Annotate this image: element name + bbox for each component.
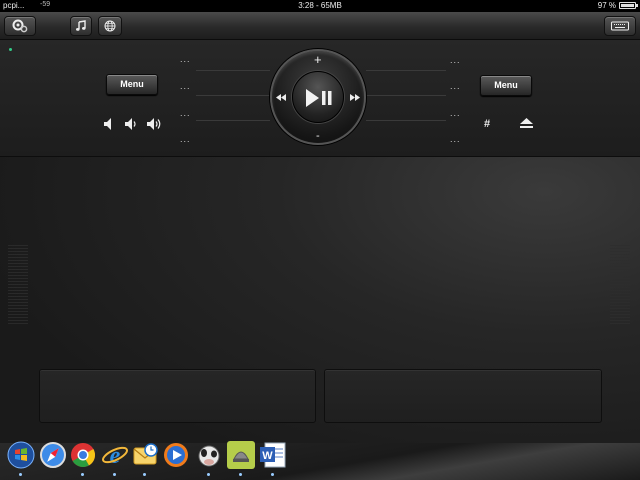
left-slot-1[interactable]: ... xyxy=(180,54,191,64)
settings-button[interactable] xyxy=(4,16,36,36)
running-indicator xyxy=(271,473,274,476)
app-root: pcpi... -59 3:28 - 65MB 97 % Menu Menu .… xyxy=(0,0,640,480)
status-bar: pcpi... -59 3:28 - 65MB 97 % xyxy=(0,0,640,12)
volume-low-icon[interactable] xyxy=(104,117,113,131)
left-slot-4[interactable]: ... xyxy=(180,134,191,144)
windows-start-icon xyxy=(7,441,35,469)
wheel-plus-button[interactable]: + xyxy=(314,53,322,66)
fast-forward-icon[interactable] xyxy=(350,94,360,101)
hash-button[interactable]: # xyxy=(484,118,490,130)
left-slot-3[interactable]: ... xyxy=(180,108,191,118)
dock-item-cow-app[interactable] xyxy=(195,441,223,469)
running-indicator xyxy=(143,473,146,476)
running-indicator xyxy=(207,473,210,476)
toolbar xyxy=(0,12,640,40)
play-pause-button[interactable] xyxy=(292,71,344,123)
eject-icon[interactable] xyxy=(520,118,533,129)
status-center-text: 3:28 - 65MB xyxy=(298,1,342,10)
right-scroll-grip[interactable] xyxy=(610,245,630,325)
divider-line xyxy=(196,120,270,121)
web-button[interactable] xyxy=(98,16,122,36)
media-player-icon xyxy=(164,443,188,467)
cow-app-icon xyxy=(198,445,220,467)
volume-medium-icon[interactable] xyxy=(125,117,137,131)
divider-line xyxy=(196,95,270,96)
safari-icon xyxy=(40,442,66,468)
globe-icon xyxy=(104,20,116,32)
right-slot-1[interactable]: ... xyxy=(450,55,461,65)
right-menu-button[interactable]: Menu xyxy=(480,75,532,96)
right-click-button[interactable] xyxy=(324,369,602,423)
battery-percent: 97 % xyxy=(597,1,616,10)
chrome-icon xyxy=(71,443,96,468)
word-icon: W xyxy=(260,442,286,468)
left-scroll-grip[interactable] xyxy=(8,245,28,325)
left-menu-button[interactable]: Menu xyxy=(106,74,158,95)
left-click-button[interactable] xyxy=(39,369,316,423)
divider-line xyxy=(366,120,446,121)
running-indicator xyxy=(113,473,116,476)
internet-explorer-icon: e xyxy=(102,443,128,469)
divider-line xyxy=(366,95,446,96)
dock-item-outlook[interactable] xyxy=(131,441,159,469)
music-note-icon xyxy=(76,20,86,31)
music-button[interactable] xyxy=(70,16,92,36)
dock-item-ie[interactable]: e xyxy=(101,441,129,469)
volume-high-icon[interactable] xyxy=(147,117,162,131)
right-slot-4[interactable]: ... xyxy=(450,134,461,144)
keyboard-button[interactable] xyxy=(604,16,636,36)
lamp-app-icon xyxy=(227,441,255,469)
left-slot-2[interactable]: ... xyxy=(180,81,191,91)
hash-icon: # xyxy=(484,118,491,130)
status-led xyxy=(9,48,12,51)
right-slot-2[interactable]: ... xyxy=(450,81,461,91)
outlook-icon xyxy=(133,443,158,465)
dock-item-lamp-app[interactable] xyxy=(227,441,255,469)
running-indicator xyxy=(81,473,84,476)
running-indicator xyxy=(239,473,242,476)
dock-item-safari[interactable] xyxy=(39,441,67,469)
gear-icon xyxy=(12,19,28,33)
keyboard-icon xyxy=(611,21,629,31)
battery-icon xyxy=(619,2,638,9)
right-slot-3[interactable]: ... xyxy=(450,108,461,118)
dock-item-windows[interactable] xyxy=(7,441,35,469)
running-indicator xyxy=(19,473,22,476)
play-pause-icon xyxy=(306,89,332,107)
dock-item-chrome[interactable] xyxy=(69,441,97,469)
svg-text:e: e xyxy=(110,443,121,469)
rewind-icon[interactable] xyxy=(276,94,286,101)
wheel-minus-button[interactable]: - xyxy=(316,131,320,142)
transport-wheel[interactable]: + - xyxy=(270,49,366,145)
svg-text:W: W xyxy=(262,450,273,462)
dock-item-media-player[interactable] xyxy=(162,441,190,469)
divider-line xyxy=(196,70,270,71)
dock-item-word[interactable]: W xyxy=(259,441,287,469)
divider-line xyxy=(366,70,446,71)
